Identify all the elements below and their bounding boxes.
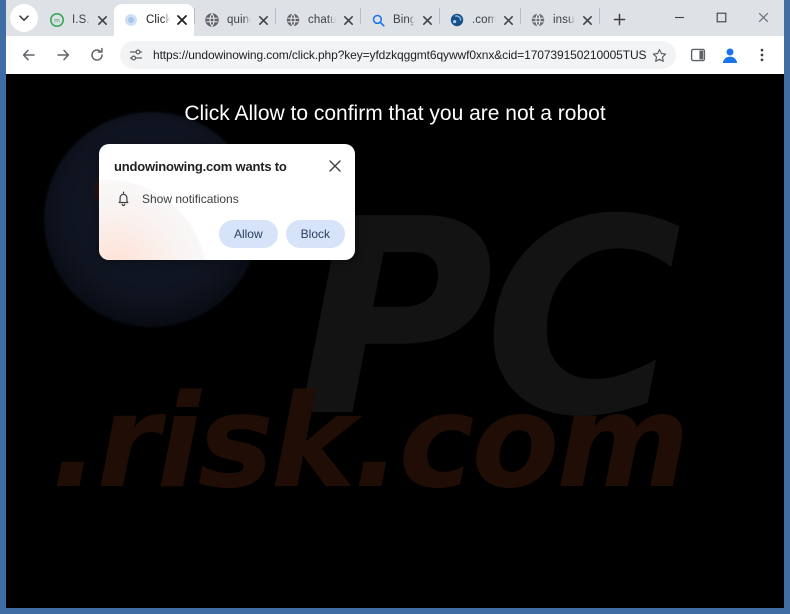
tune-sliders-icon[interactable] (125, 44, 147, 66)
plus-icon (613, 13, 625, 25)
tab-quinc[interactable]: quinc (195, 4, 275, 36)
tab-close-button[interactable] (340, 12, 356, 28)
block-button[interactable]: Block (285, 220, 345, 248)
window-controls (658, 0, 784, 34)
tab-dotcom[interactable]: .com (440, 4, 520, 36)
url-text[interactable]: https://undowinowing.com/click.php?key=y… (153, 48, 646, 62)
tab-close-button[interactable] (255, 12, 271, 28)
tab-title: .com (472, 14, 496, 26)
side-panel-button[interactable] (684, 41, 712, 69)
globe-icon (285, 12, 301, 28)
tab-close-button[interactable] (500, 12, 516, 28)
browser-toolbar: https://undowinowing.com/click.php?key=y… (6, 36, 784, 74)
minimize-icon (674, 16, 684, 18)
maximize-icon (716, 12, 726, 22)
blue-shield-icon (123, 12, 139, 28)
tab-strip: m I.S.S. ( Click a (6, 0, 784, 36)
tab-separator (599, 8, 600, 24)
page-headline: Click Allow to confirm that you are not … (184, 102, 606, 125)
tab-close-button[interactable] (174, 12, 190, 28)
dialog-actions: Allow Block (218, 220, 345, 248)
tab-title: Click a (146, 14, 170, 26)
avatar-icon (722, 48, 738, 63)
close-icon (329, 160, 341, 172)
bell-icon (115, 190, 132, 207)
tab-click-allow[interactable]: Click a (114, 4, 194, 36)
bookmark-star-button[interactable] (648, 44, 670, 66)
page-content: PC .risk.com Click Allow to confirm that… (6, 74, 784, 608)
globe-icon (204, 12, 220, 28)
chevron-down-icon (19, 15, 29, 21)
tab-close-button[interactable] (579, 12, 595, 28)
tab-close-button[interactable] (419, 12, 435, 28)
back-button[interactable] (15, 41, 43, 69)
permission-row: Show notifications (115, 190, 239, 207)
star-icon (652, 48, 666, 62)
browser-menu-button[interactable] (748, 41, 776, 69)
new-tab-button[interactable] (606, 6, 632, 32)
three-dot-menu-icon (760, 48, 764, 62)
reload-icon (91, 47, 103, 61)
blue-globe-icon (449, 12, 465, 28)
globe-icon (530, 12, 546, 28)
green-circle-icon: m (49, 12, 65, 28)
tab-insure[interactable]: insure (521, 4, 599, 36)
watermark-risk-text: .risk.com (51, 368, 690, 517)
tab-title: I.S.S. ( (72, 14, 90, 26)
allow-button[interactable]: Allow (218, 220, 278, 248)
close-button[interactable] (742, 0, 784, 34)
tab-title: chatu (308, 14, 336, 26)
forward-button[interactable] (49, 41, 77, 69)
profile-avatar-button[interactable] (717, 42, 743, 68)
address-bar[interactable]: https://undowinowing.com/click.php?key=y… (120, 41, 676, 69)
tab-chatu[interactable]: chatu (276, 4, 360, 36)
tab-close-button[interactable] (94, 12, 110, 28)
arrow-left-icon (22, 49, 35, 61)
tab-bing[interactable]: Bing (361, 4, 439, 36)
dialog-close-button[interactable] (325, 156, 345, 176)
close-icon (758, 12, 768, 22)
side-panel-icon (690, 48, 706, 62)
tab-title: insure (553, 14, 575, 26)
notification-permission-dialog[interactable]: undowinowing.com wants to Show notificat… (99, 144, 355, 260)
browser-window: m I.S.S. ( Click a (0, 0, 790, 614)
arrow-right-icon (57, 49, 70, 61)
search-icon (370, 12, 386, 28)
tab-title: Bing (393, 14, 415, 26)
reload-button[interactable] (83, 41, 111, 69)
minimize-button[interactable] (658, 0, 700, 34)
tab-iss[interactable]: m I.S.S. ( (40, 4, 114, 36)
tab-search-button[interactable] (10, 4, 38, 32)
tab-title: quinc (227, 14, 251, 26)
svg-text:m: m (54, 18, 60, 25)
dialog-title: undowinowing.com wants to (114, 159, 287, 174)
permission-label: Show notifications (142, 191, 239, 206)
maximize-button[interactable] (700, 0, 742, 34)
